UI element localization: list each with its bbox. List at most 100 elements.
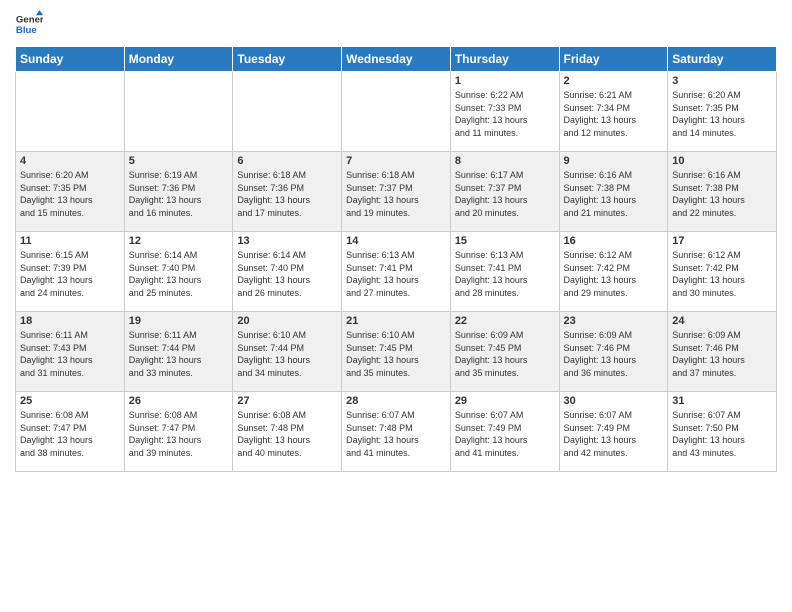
calendar-cell: 2 Sunrise: 6:21 AM Sunset: 7:34 PM Daylig…: [559, 72, 668, 152]
calendar-cell: 23 Sunrise: 6:09 AM Sunset: 7:46 PM Dayli…: [559, 312, 668, 392]
page-header: General Blue: [15, 10, 777, 38]
day-number: 27: [237, 395, 337, 407]
calendar-cell: 1 Sunrise: 6:22 AM Sunset: 7:33 PM Daylig…: [450, 72, 559, 152]
logo: General Blue: [15, 10, 43, 38]
calendar-cell: 6Sunrise: 6:18 AM Sunset: 7:36 PM Daylig…: [233, 152, 342, 232]
calendar-cell: 3 Sunrise: 6:20 AM Sunset: 7:35 PM Daylig…: [668, 72, 777, 152]
calendar-week-4: 18 Sunrise: 6:11 AM Sunset: 7:43 PM Dayli…: [16, 312, 777, 392]
day-info: Sunrise: 6:07 AM Sunset: 7:48 PM Dayligh…: [346, 409, 446, 459]
calendar-cell: 4 Sunrise: 6:20 AM Sunset: 7:35 PM Daylig…: [16, 152, 125, 232]
day-info: Sunrise: 6:12 AM Sunset: 7:42 PM Dayligh…: [564, 249, 664, 299]
day-info: Sunrise: 6:10 AM Sunset: 7:44 PM Dayligh…: [237, 329, 337, 379]
day-number: 4: [20, 155, 120, 167]
weekday-header-monday: Monday: [124, 47, 233, 72]
day-info: Sunrise: 6:22 AM Sunset: 7:33 PM Dayligh…: [455, 89, 555, 139]
day-info: Sunrise: 6:14 AM Sunset: 7:40 PM Dayligh…: [237, 249, 337, 299]
day-number: 13: [237, 235, 337, 247]
day-number: 10: [672, 155, 772, 167]
calendar-cell: 21 Sunrise: 6:10 AM Sunset: 7:45 PM Dayli…: [342, 312, 451, 392]
day-number: 11: [20, 235, 120, 247]
svg-text:General: General: [16, 14, 43, 25]
weekday-header-tuesday: Tuesday: [233, 47, 342, 72]
calendar-cell: 31 Sunrise: 6:07 AM Sunset: 7:50 PM Dayli…: [668, 392, 777, 472]
day-info: Sunrise: 6:18 AM Sunset: 7:36 PM Dayligh…: [237, 169, 337, 219]
calendar-week-1: 1 Sunrise: 6:22 AM Sunset: 7:33 PM Daylig…: [16, 72, 777, 152]
calendar-cell: 14 Sunrise: 6:13 AM Sunset: 7:41 PM Dayli…: [342, 232, 451, 312]
day-number: 20: [237, 315, 337, 327]
calendar-cell: [342, 72, 451, 152]
day-number: 30: [564, 395, 664, 407]
calendar-cell: 9 Sunrise: 6:16 AM Sunset: 7:38 PM Daylig…: [559, 152, 668, 232]
calendar-week-5: 25 Sunrise: 6:08 AM Sunset: 7:47 PM Dayli…: [16, 392, 777, 472]
calendar-cell: 20 Sunrise: 6:10 AM Sunset: 7:44 PM Dayli…: [233, 312, 342, 392]
weekday-header-wednesday: Wednesday: [342, 47, 451, 72]
weekday-header-sunday: Sunday: [16, 47, 125, 72]
day-number: 16: [564, 235, 664, 247]
calendar-cell: 5Sunrise: 6:19 AM Sunset: 7:36 PM Daylig…: [124, 152, 233, 232]
calendar-week-2: 4 Sunrise: 6:20 AM Sunset: 7:35 PM Daylig…: [16, 152, 777, 232]
day-number: 17: [672, 235, 772, 247]
day-number: 23: [564, 315, 664, 327]
logo-icon: General Blue: [15, 10, 43, 38]
day-info: Sunrise: 6:17 AM Sunset: 7:37 PM Dayligh…: [455, 169, 555, 219]
day-number: 25: [20, 395, 120, 407]
day-info: Sunrise: 6:16 AM Sunset: 7:38 PM Dayligh…: [672, 169, 772, 219]
day-number: 1: [455, 75, 555, 87]
weekday-header-friday: Friday: [559, 47, 668, 72]
day-number: 9: [564, 155, 664, 167]
day-info: Sunrise: 6:21 AM Sunset: 7:34 PM Dayligh…: [564, 89, 664, 139]
calendar-cell: 8 Sunrise: 6:17 AM Sunset: 7:37 PM Daylig…: [450, 152, 559, 232]
calendar-cell: 25 Sunrise: 6:08 AM Sunset: 7:47 PM Dayli…: [16, 392, 125, 472]
calendar-cell: 17 Sunrise: 6:12 AM Sunset: 7:42 PM Dayli…: [668, 232, 777, 312]
day-info: Sunrise: 6:07 AM Sunset: 7:49 PM Dayligh…: [455, 409, 555, 459]
calendar-cell: 13 Sunrise: 6:14 AM Sunset: 7:40 PM Dayli…: [233, 232, 342, 312]
day-number: 7: [346, 155, 446, 167]
calendar-cell: 18 Sunrise: 6:11 AM Sunset: 7:43 PM Dayli…: [16, 312, 125, 392]
calendar-cell: [233, 72, 342, 152]
day-number: 18: [20, 315, 120, 327]
calendar-cell: [124, 72, 233, 152]
day-number: 14: [346, 235, 446, 247]
day-info: Sunrise: 6:13 AM Sunset: 7:41 PM Dayligh…: [346, 249, 446, 299]
weekday-header-saturday: Saturday: [668, 47, 777, 72]
day-number: 29: [455, 395, 555, 407]
day-number: 3: [672, 75, 772, 87]
day-info: Sunrise: 6:08 AM Sunset: 7:47 PM Dayligh…: [20, 409, 120, 459]
calendar-cell: 15 Sunrise: 6:13 AM Sunset: 7:41 PM Dayli…: [450, 232, 559, 312]
day-info: Sunrise: 6:07 AM Sunset: 7:50 PM Dayligh…: [672, 409, 772, 459]
weekday-header-thursday: Thursday: [450, 47, 559, 72]
day-number: 8: [455, 155, 555, 167]
day-info: Sunrise: 6:16 AM Sunset: 7:38 PM Dayligh…: [564, 169, 664, 219]
day-info: Sunrise: 6:20 AM Sunset: 7:35 PM Dayligh…: [20, 169, 120, 219]
day-info: Sunrise: 6:14 AM Sunset: 7:40 PM Dayligh…: [129, 249, 229, 299]
day-info: Sunrise: 6:10 AM Sunset: 7:45 PM Dayligh…: [346, 329, 446, 379]
day-info: Sunrise: 6:09 AM Sunset: 7:45 PM Dayligh…: [455, 329, 555, 379]
day-number: 2: [564, 75, 664, 87]
calendar-cell: 26Sunrise: 6:08 AM Sunset: 7:47 PM Dayli…: [124, 392, 233, 472]
day-number: 26: [129, 395, 229, 407]
day-number: 5: [129, 155, 229, 167]
calendar-cell: 29 Sunrise: 6:07 AM Sunset: 7:49 PM Dayli…: [450, 392, 559, 472]
day-info: Sunrise: 6:08 AM Sunset: 7:48 PM Dayligh…: [237, 409, 337, 459]
day-info: Sunrise: 6:18 AM Sunset: 7:37 PM Dayligh…: [346, 169, 446, 219]
calendar-cell: 30 Sunrise: 6:07 AM Sunset: 7:49 PM Dayli…: [559, 392, 668, 472]
day-info: Sunrise: 6:09 AM Sunset: 7:46 PM Dayligh…: [672, 329, 772, 379]
weekday-header-row: SundayMondayTuesdayWednesdayThursdayFrid…: [16, 47, 777, 72]
calendar-cell: 11 Sunrise: 6:15 AM Sunset: 7:39 PM Dayli…: [16, 232, 125, 312]
day-number: 19: [129, 315, 229, 327]
day-info: Sunrise: 6:15 AM Sunset: 7:39 PM Dayligh…: [20, 249, 120, 299]
day-info: Sunrise: 6:12 AM Sunset: 7:42 PM Dayligh…: [672, 249, 772, 299]
calendar-table: SundayMondayTuesdayWednesdayThursdayFrid…: [15, 46, 777, 472]
day-info: Sunrise: 6:11 AM Sunset: 7:43 PM Dayligh…: [20, 329, 120, 379]
day-number: 15: [455, 235, 555, 247]
day-number: 28: [346, 395, 446, 407]
calendar-cell: 16 Sunrise: 6:12 AM Sunset: 7:42 PM Dayli…: [559, 232, 668, 312]
calendar-cell: 24Sunrise: 6:09 AM Sunset: 7:46 PM Dayli…: [668, 312, 777, 392]
day-info: Sunrise: 6:20 AM Sunset: 7:35 PM Dayligh…: [672, 89, 772, 139]
day-info: Sunrise: 6:09 AM Sunset: 7:46 PM Dayligh…: [564, 329, 664, 379]
day-number: 21: [346, 315, 446, 327]
day-info: Sunrise: 6:07 AM Sunset: 7:49 PM Dayligh…: [564, 409, 664, 459]
calendar-cell: 10 Sunrise: 6:16 AM Sunset: 7:38 PM Dayli…: [668, 152, 777, 232]
day-number: 31: [672, 395, 772, 407]
day-info: Sunrise: 6:13 AM Sunset: 7:41 PM Dayligh…: [455, 249, 555, 299]
